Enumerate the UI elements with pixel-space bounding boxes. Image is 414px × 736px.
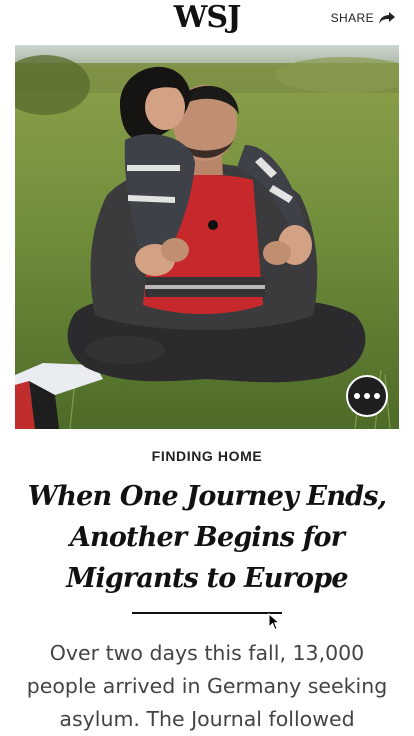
headline-line: Migrants to Europe <box>66 563 348 594</box>
headline-line: Another Begins for <box>69 522 345 553</box>
share-button[interactable]: SHARE <box>331 11 396 25</box>
section-kicker: FINDING HOME <box>151 448 263 464</box>
dek-line: asylum. The Journal followed <box>59 707 355 731</box>
hero-photo <box>15 45 399 429</box>
article-headline: When One Journey Ends, Another Begins fo… <box>14 476 400 599</box>
article-dek: Over two days this fall, 13,000 people a… <box>12 637 402 736</box>
share-arrow-icon <box>379 12 395 24</box>
share-label: SHARE <box>330 11 374 25</box>
dek-line: people arrived in Germany seeking <box>26 674 388 698</box>
hero-photo-illustration <box>15 45 399 429</box>
top-bar: WSJ SHARE <box>0 0 414 44</box>
divider <box>132 612 282 614</box>
headline-line: When One Journey Ends, <box>27 481 387 512</box>
dek-line: Over two days this fall, 13,000 <box>49 641 365 665</box>
more-options-button[interactable] <box>346 375 388 417</box>
more-dots-icon <box>354 393 360 399</box>
mouse-pointer-icon <box>268 613 280 631</box>
